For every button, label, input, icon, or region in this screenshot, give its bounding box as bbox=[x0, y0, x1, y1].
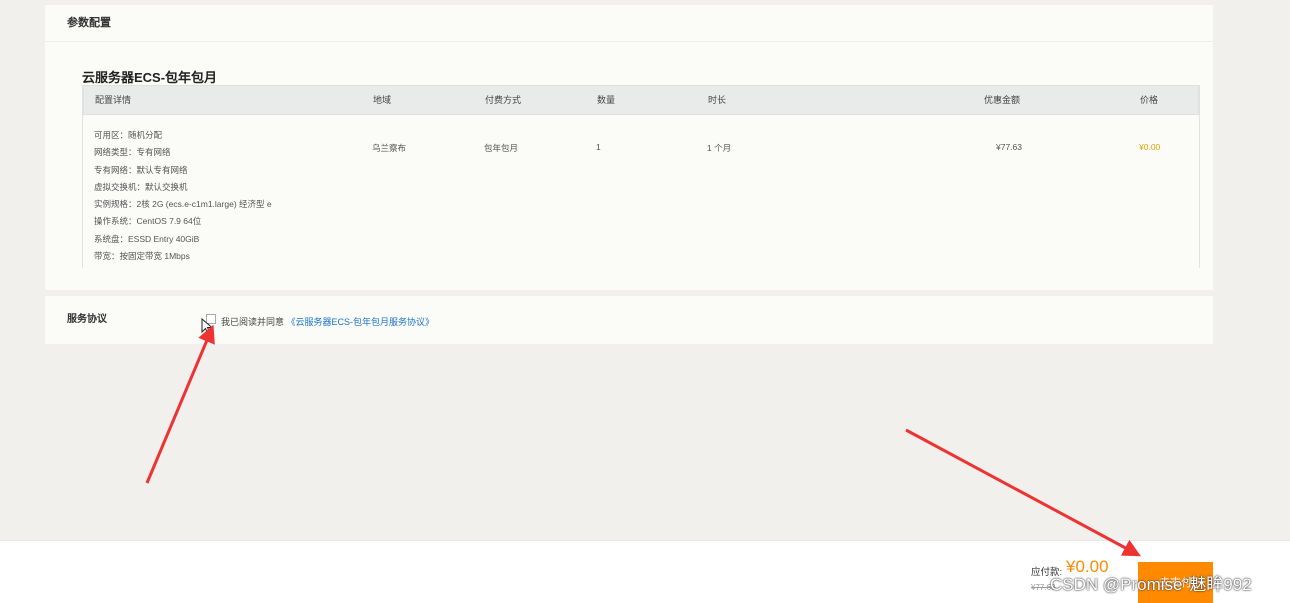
arrow-to-pay-button bbox=[905, 428, 1141, 557]
csdn-watermark: CSDN @Promise°魅眸992 bbox=[1050, 575, 1252, 594]
arrow-to-checkbox bbox=[145, 324, 215, 484]
annotation-arrows bbox=[145, 324, 1141, 557]
